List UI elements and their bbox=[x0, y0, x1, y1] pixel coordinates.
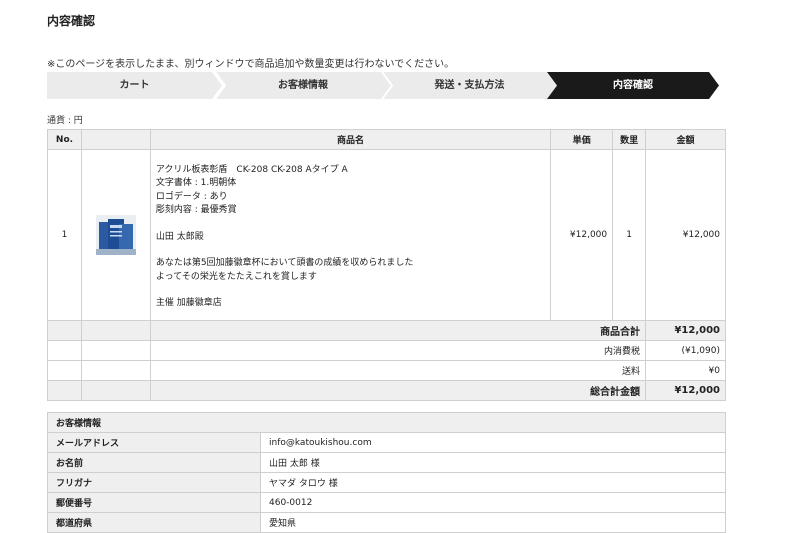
shipping-value: ¥0 bbox=[645, 360, 726, 381]
tax-label: 内消費税 bbox=[149, 340, 647, 361]
subtotal-row: 商品合計 ¥12,000 bbox=[47, 320, 726, 341]
table-row: 郵便番号 460-0012 bbox=[47, 492, 726, 513]
col-image bbox=[80, 129, 151, 150]
step-customer-info-label: お客様情報 bbox=[278, 80, 328, 91]
col-product-name: 商品名 bbox=[149, 129, 552, 150]
name-value: 山田 太郎 様 bbox=[260, 452, 726, 473]
name-label: お名前 bbox=[47, 452, 261, 473]
email-label: メールアドレス bbox=[47, 432, 261, 453]
customer-info-heading: お客様情報 bbox=[47, 412, 726, 433]
table-row: お名前 山田 太郎 様 bbox=[47, 452, 726, 473]
step-shipping-payment: 発送・支払方法 bbox=[382, 72, 557, 99]
col-unit-price: 単価 bbox=[550, 129, 614, 150]
step-confirm: 内容確認 bbox=[547, 72, 719, 99]
prefecture-label: 都道府県 bbox=[47, 512, 261, 533]
item-quantity: 1 bbox=[612, 149, 647, 321]
prefecture-value: 愛知県 bbox=[260, 512, 726, 533]
shipping-label: 送料 bbox=[149, 360, 647, 381]
furigana-label: フリガナ bbox=[47, 472, 261, 493]
item-engraving-text-1: あなたは第5回加藤徽章杯において頭書の成績を収められました bbox=[155, 258, 414, 268]
total-value: ¥12,000 bbox=[645, 380, 726, 401]
shipping-row: 送料 ¥0 bbox=[47, 360, 726, 381]
total-row: 総合計金額 ¥12,000 bbox=[47, 380, 726, 401]
item-option-engraving: 彫刻内容 : 最優秀賞 bbox=[155, 205, 237, 215]
step-confirm-label: 内容確認 bbox=[613, 80, 653, 91]
item-no: 1 bbox=[47, 149, 82, 321]
postal-code-value: 460-0012 bbox=[260, 492, 726, 513]
item-unit-price: ¥12,000 bbox=[550, 149, 614, 321]
item-engraving-organizer: 主催 加藤徽章店 bbox=[155, 298, 222, 308]
item-engraving-recipient: 山田 太郎殿 bbox=[155, 231, 204, 242]
subtotal-label: 商品合計 bbox=[149, 320, 647, 341]
item-amount: ¥12,000 bbox=[645, 149, 726, 321]
table-row: 1 アクリル板表彰盾 CK-208 CK-208 Aタイプ A 文字書体: 1… bbox=[47, 149, 726, 321]
tax-row: 内消費税 (¥1,090) bbox=[47, 340, 726, 361]
total-label: 総合計金額 bbox=[149, 380, 647, 401]
item-description: アクリル板表彰盾 CK-208 CK-208 Aタイプ A 文字書体 : 1.明… bbox=[149, 149, 552, 321]
furigana-value: ヤマダ タロウ 様 bbox=[260, 472, 726, 493]
plaque-product-thumbnail[interactable] bbox=[95, 215, 136, 255]
item-thumbnail-cell bbox=[80, 149, 151, 321]
order-table: No. 商品名 単価 数里 金額 1 アクリル板表彰盾 CK-208 CK-20… bbox=[47, 129, 726, 401]
page-title: 内容確認 bbox=[47, 14, 96, 28]
col-amount: 金額 bbox=[645, 129, 726, 150]
customer-info-header: お客様情報 bbox=[47, 412, 726, 433]
item-option-font: 文字書体 : 1.明朝体 bbox=[155, 178, 237, 188]
notice-text: ※このページを表示したまま、別ウィンドウで商品追加や数量変更は行わないでください… bbox=[47, 59, 455, 70]
step-customer-info: お客様情報 bbox=[215, 72, 391, 99]
table-row: メールアドレス info@katoukishou.com bbox=[47, 432, 726, 453]
email-value: info@katoukishou.com bbox=[260, 432, 726, 453]
item-option-logo: ロゴデータ : あり bbox=[155, 191, 228, 202]
checkout-steps: カート お客様情報 発送・支払方法 内容確認 bbox=[47, 72, 719, 99]
item-name-line: アクリル板表彰盾 CK-208 CK-208 Aタイプ A bbox=[155, 164, 348, 175]
tax-value: (¥1,090) bbox=[645, 340, 726, 361]
currency-label: 通貨 : 円 bbox=[47, 116, 83, 126]
col-no: No. bbox=[47, 129, 82, 150]
item-engraving-text-2: よってその栄光をたたえこれを賞します bbox=[155, 271, 317, 282]
order-confirmation-page: 内容確認 ※このページを表示したまま、別ウィンドウで商品追加や数量変更は行わない… bbox=[0, 0, 800, 533]
postal-code-label: 郵便番号 bbox=[47, 492, 261, 513]
col-quantity: 数里 bbox=[612, 129, 647, 150]
customer-info-table: お客様情報 メールアドレス info@katoukishou.com お名前 山… bbox=[47, 412, 726, 533]
table-row: 都道府県 愛知県 bbox=[47, 512, 726, 533]
step-shipping-payment-label: 発送・支払方法 bbox=[434, 80, 505, 91]
step-cart: カート bbox=[47, 72, 222, 99]
subtotal-value: ¥12,000 bbox=[645, 320, 726, 341]
table-row: フリガナ ヤマダ タロウ 様 bbox=[47, 472, 726, 493]
order-header-row: No. 商品名 単価 数里 金額 bbox=[47, 129, 726, 150]
step-cart-label: カート bbox=[119, 80, 150, 91]
